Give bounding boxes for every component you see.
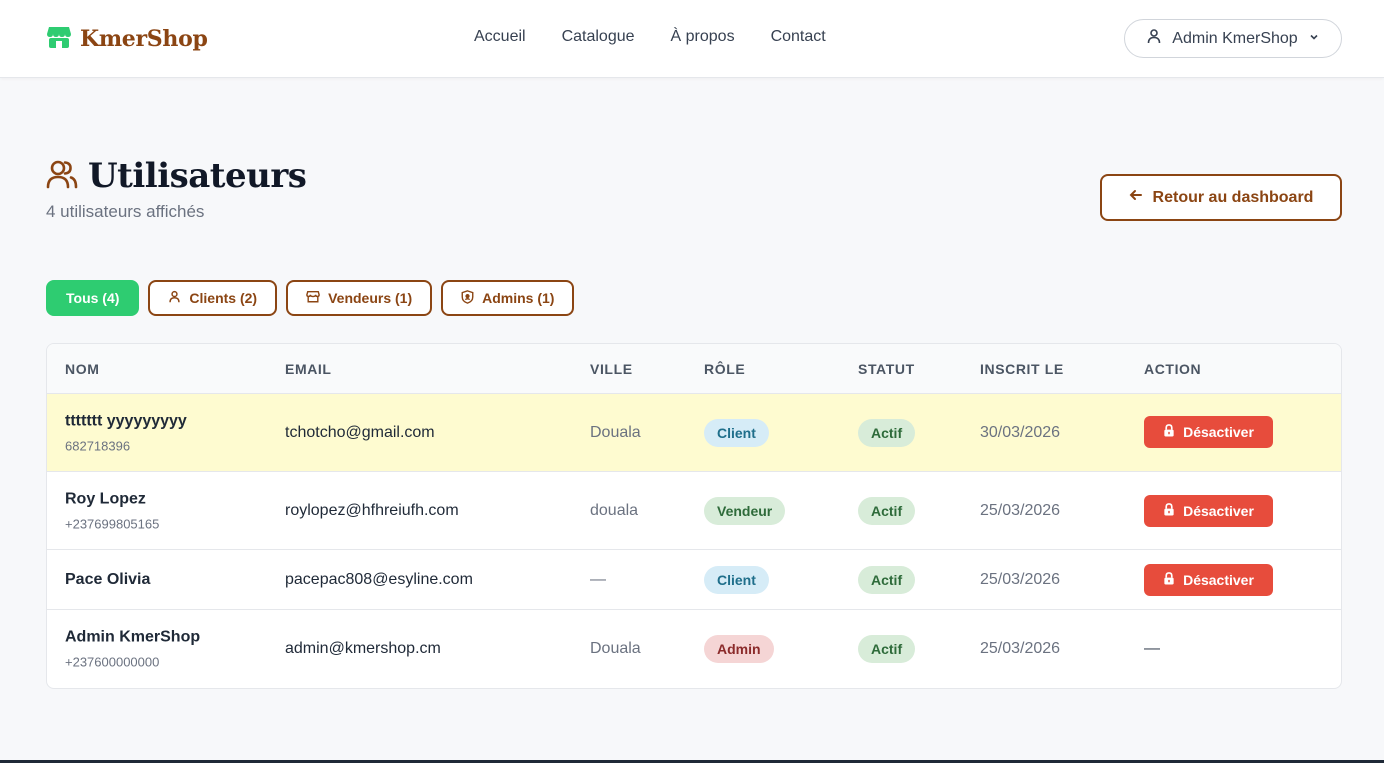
status-badge: Actif (858, 635, 916, 663)
page-title: Utilisateurs (88, 156, 307, 196)
user-city: Douala (590, 423, 641, 441)
user-name-cell: Roy Lopez +237699805165 (65, 490, 159, 531)
status-badge-cell: Actif (858, 496, 916, 525)
user-phone: +237600000000 (65, 654, 160, 670)
deactivate-label: Désactiver (1183, 423, 1254, 440)
no-action: — (1144, 640, 1160, 657)
user-email: admin@kmershop.cm (285, 640, 441, 657)
lock-icon (1163, 571, 1175, 588)
table-row: Pace Olivia pacepac808@esyline.com — Cli… (47, 550, 1341, 610)
role-badge-cell: Client (704, 418, 769, 447)
user-city: Douala (590, 640, 641, 657)
user-name: ttttttt yyyyyyyyy (65, 412, 187, 429)
role-badge-cell: Admin (704, 635, 774, 663)
status-badge-cell: Actif (858, 635, 916, 663)
filter-tab-clients[interactable]: Clients (2) (148, 280, 278, 316)
user-email: tchotcho@gmail.com (285, 423, 435, 441)
role-badge-cell: Client (704, 565, 769, 594)
user-city: douala (590, 501, 639, 519)
back-to-dashboard-button[interactable]: Retour au dashboard (1100, 174, 1342, 221)
filter-tab-admins[interactable]: Admins (1) (441, 280, 575, 316)
back-button-label: Retour au dashboard (1152, 188, 1314, 206)
brand-logo[interactable]: KmerShop (46, 24, 208, 54)
column-header-action: ACTION (1144, 360, 1202, 377)
filter-label: Admins (1) (482, 290, 555, 306)
user-email: roylopez@hfhreiufh.com (285, 501, 459, 519)
user-phone: 682718396 (65, 438, 131, 453)
table-row: ttttttt yyyyyyyyy 682718396 tchotcho@gma… (47, 394, 1341, 472)
column-header-statut: STATUT (858, 360, 915, 377)
store-icon (306, 290, 320, 306)
store-icon (46, 25, 72, 54)
user-phone: +237699805165 (65, 516, 160, 531)
user-icon (168, 290, 181, 306)
status-badge-cell: Actif (858, 418, 916, 447)
user-signup-date: 30/03/2026 (980, 423, 1061, 441)
role-badge: Admin (704, 635, 774, 663)
role-badge: Client (704, 418, 769, 447)
user-name: Pace Olivia (65, 570, 151, 588)
user-signup-date: 25/03/2026 (980, 570, 1061, 588)
lock-icon (1163, 423, 1175, 440)
main-nav: Accueil Catalogue À propos Contact (474, 28, 826, 46)
users-icon (46, 158, 78, 195)
nav-link-catalogue[interactable]: Catalogue (562, 28, 635, 46)
filter-tab-all[interactable]: Tous (4) (46, 280, 140, 316)
nav-link-contact[interactable]: Contact (771, 28, 826, 46)
deactivate-button[interactable]: Désactiver (1144, 494, 1273, 527)
navbar: KmerShop Accueil Catalogue À propos Cont… (0, 0, 1384, 78)
role-badge: Client (704, 565, 769, 594)
users-table: NOM EMAIL VILLE RÔLE STATUT INSCRIT LE A… (46, 343, 1342, 689)
user-menu-label: Admin KmerShop (1172, 29, 1298, 47)
user-icon (1146, 28, 1162, 49)
column-header-role: RÔLE (704, 360, 746, 377)
status-badge: Actif (858, 496, 916, 525)
table-row: Admin KmerShop +237600000000 admin@kmers… (47, 610, 1341, 688)
status-badge: Actif (858, 418, 916, 447)
role-badge-cell: Vendeur (704, 496, 786, 525)
user-name: Roy Lopez (65, 490, 146, 507)
page-header: Utilisateurs 4 utilisateurs affichés (46, 156, 307, 222)
deactivate-button[interactable]: Désactiver (1144, 415, 1273, 448)
brand-name: KmerShop (80, 26, 208, 52)
deactivate-label: Désactiver (1183, 571, 1254, 588)
role-badge: Vendeur (704, 496, 786, 525)
filter-label: Clients (2) (189, 290, 258, 306)
filter-label: Vendeurs (1) (328, 290, 413, 306)
nav-link-a-propos[interactable]: À propos (671, 28, 735, 46)
column-header-ville: VILLE (590, 360, 633, 377)
filter-label: Tous (4) (66, 290, 120, 306)
lock-icon (1163, 502, 1175, 519)
column-header-nom: NOM (65, 360, 100, 377)
user-name-cell: ttttttt yyyyyyyyy 682718396 (65, 412, 187, 453)
status-badge-cell: Actif (858, 565, 916, 594)
user-email: pacepac808@esyline.com (285, 570, 473, 588)
column-header-inscrit: INSCRIT LE (980, 360, 1064, 377)
user-name-cell: Admin KmerShop +237600000000 (65, 629, 200, 670)
shield-icon (461, 289, 474, 307)
column-header-email: EMAIL (285, 360, 332, 377)
page-subtitle: 4 utilisateurs affichés (46, 202, 205, 221)
arrow-left-icon (1129, 188, 1143, 207)
filter-tab-vendeurs[interactable]: Vendeurs (1) (286, 280, 433, 316)
table-header: NOM EMAIL VILLE RÔLE STATUT INSCRIT LE A… (47, 344, 1341, 394)
status-badge: Actif (858, 565, 916, 594)
deactivate-label: Désactiver (1183, 502, 1254, 519)
user-name: Admin KmerShop (65, 628, 201, 646)
role-filter-tabs: Tous (4) Clients (2) Vendeurs (1) Admins… (46, 280, 575, 316)
table-row: Roy Lopez +237699805165 roylopez@hfhreiu… (47, 472, 1341, 550)
user-signup-date: 25/03/2026 (980, 640, 1061, 657)
user-signup-date: 25/03/2026 (980, 501, 1061, 519)
user-city: — (590, 570, 606, 588)
deactivate-button[interactable]: Désactiver (1144, 563, 1273, 596)
chevron-down-icon (1308, 30, 1320, 48)
nav-link-accueil[interactable]: Accueil (474, 28, 526, 46)
user-menu-button[interactable]: Admin KmerShop (1124, 19, 1342, 58)
user-name-cell: Pace Olivia (65, 571, 150, 589)
